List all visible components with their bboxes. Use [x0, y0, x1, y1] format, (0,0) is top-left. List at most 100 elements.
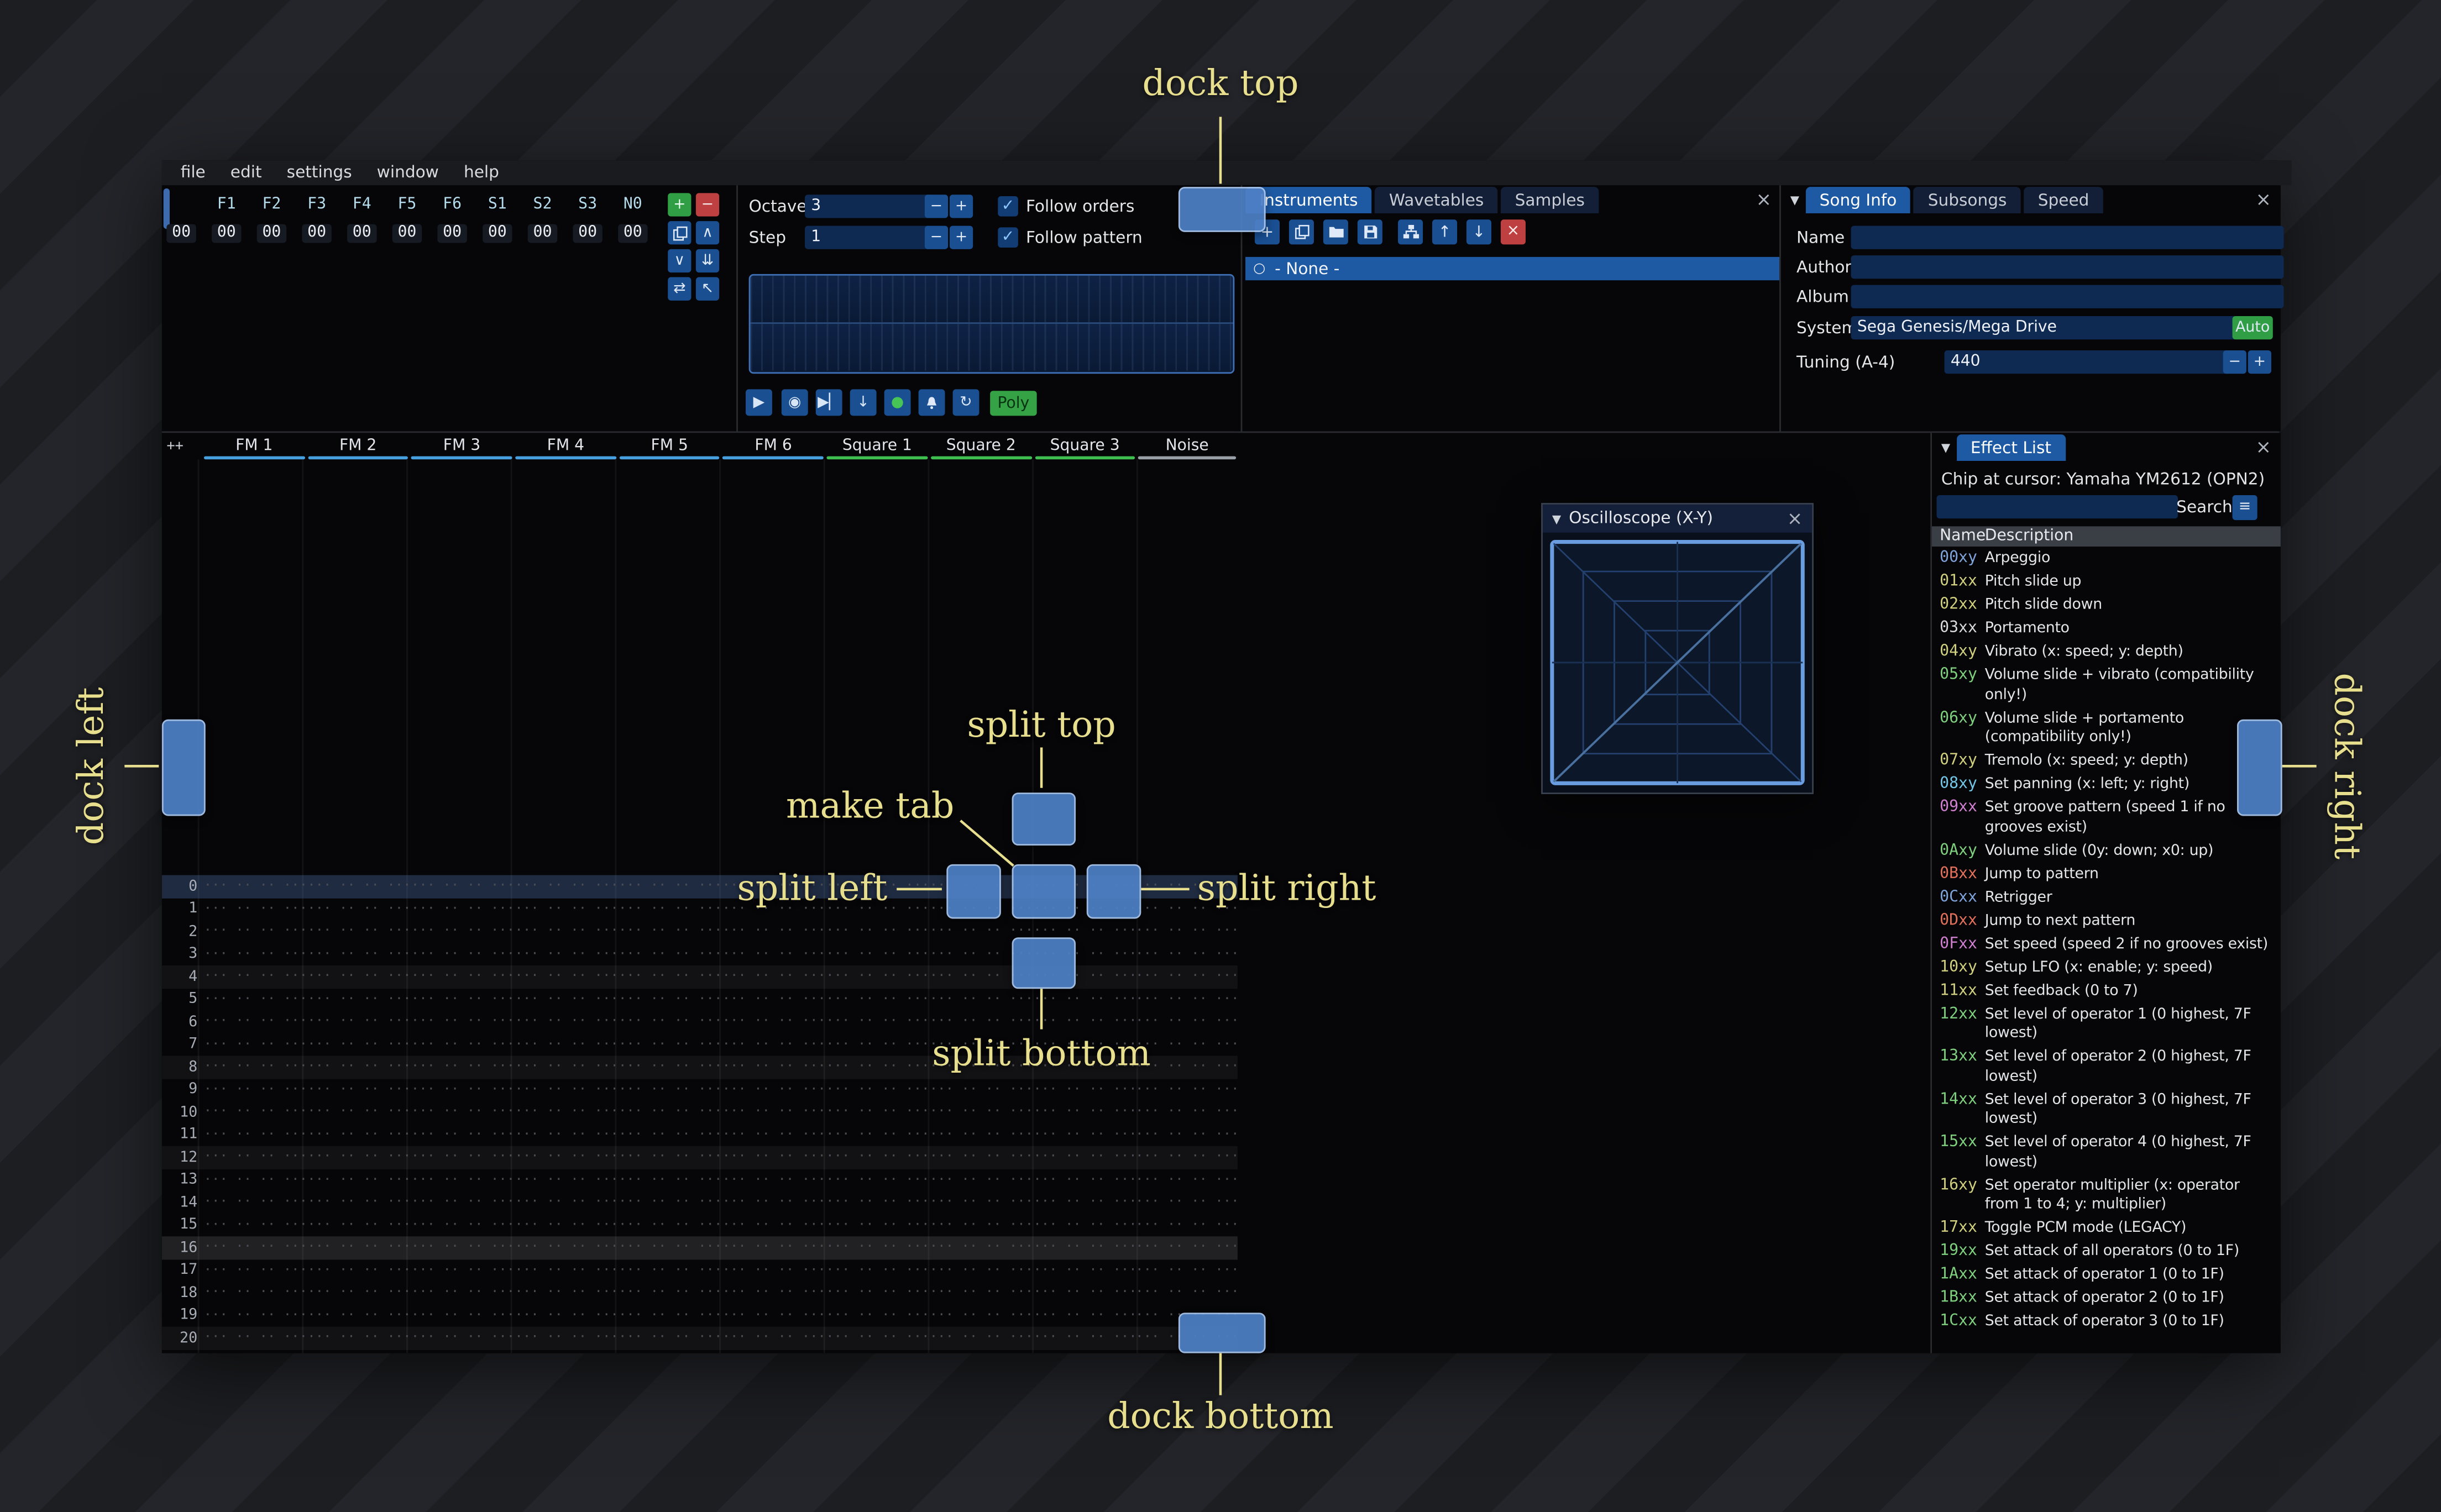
pattern-cell[interactable]: ··· ·· ·· ···	[722, 1259, 826, 1282]
pattern-cell[interactable]: ··· ·· ·· ···	[722, 1033, 826, 1056]
pattern-cell[interactable]: ··· ·· ·· ···	[204, 1327, 308, 1350]
order-change-all-button[interactable]: ⇄	[668, 277, 692, 301]
pattern-cell[interactable]: ··· ·· ·· ···	[307, 1101, 411, 1124]
effect-row[interactable]: 19xx Set attack of all operators (0 to 1F…	[1932, 1241, 2281, 1264]
split-target-top[interactable]	[1012, 792, 1076, 846]
order-cell[interactable]: 00	[520, 221, 565, 244]
order-remove-button[interactable]: −	[695, 193, 720, 217]
pattern-cell[interactable]: ··· ·· ·· ···	[1137, 1259, 1238, 1282]
pattern-cell[interactable]: ··· ·· ·· ···	[307, 1146, 411, 1169]
pattern-row[interactable]: 12 ··· ·· ·· ··· ··· ·· ·· ··· ··· ·· ·· ··…	[161, 1146, 1238, 1169]
pattern-cell[interactable]: ··· ·· ·· ···	[204, 965, 308, 988]
repeat-pattern-button[interactable]: ↻	[952, 389, 979, 416]
pattern-cell[interactable]: ··· ·· ·· ···	[930, 1214, 1034, 1236]
order-clone-end-button[interactable]: ⇊	[695, 249, 720, 273]
pattern-cell[interactable]: ··· ·· ·· ···	[204, 1214, 308, 1236]
pattern-cell[interactable]: ··· ·· ·· ···	[930, 1011, 1034, 1033]
pattern-cell[interactable]: ··· ·· ·· ···	[1137, 965, 1238, 988]
pattern-cell[interactable]: ··· ·· ·· ···	[826, 965, 930, 988]
pattern-cell[interactable]: ··· ·· ·· ···	[411, 1350, 515, 1353]
pattern-cell[interactable]: ··· ·· ·· ···	[411, 1191, 515, 1214]
pattern-cell[interactable]: ··· ·· ·· ···	[722, 1236, 826, 1259]
pattern-cell[interactable]: ··· ·· ·· ···	[307, 1124, 411, 1146]
pattern-row[interactable]: 15 ··· ·· ·· ··· ··· ·· ·· ··· ··· ·· ·· ··…	[162, 1214, 1238, 1236]
pattern-cell[interactable]: ··· ·· ·· ···	[1137, 988, 1238, 1011]
pattern-cell[interactable]: ··· ·· ·· ···	[1137, 1011, 1238, 1033]
pattern-cell[interactable]: ··· ·· ·· ···	[1033, 988, 1137, 1011]
pattern-row[interactable]: 17 ··· ·· ·· ··· ··· ·· ·· ··· ··· ·· ·· ··…	[162, 1259, 1238, 1282]
pattern-cell[interactable]: ··· ·· ·· ···	[826, 1146, 930, 1169]
instrument-duplicate-button[interactable]	[1288, 219, 1314, 245]
pattern-cell[interactable]: ··· ·· ·· ···	[930, 1124, 1034, 1146]
pattern-cell[interactable]: ··· ·· ·· ···	[515, 875, 619, 898]
pattern-cell[interactable]: ··· ·· ·· ···	[307, 1282, 411, 1304]
pattern-cell[interactable]: ··· ·· ·· ···	[930, 1282, 1034, 1304]
pattern-cell[interactable]: ··· ·· ·· ···	[1033, 1146, 1137, 1169]
pattern-cell[interactable]: ··· ·· ·· ···	[204, 1169, 308, 1191]
song-album-input[interactable]	[1851, 285, 2284, 308]
effect-row[interactable]: 03xx Portamento	[1932, 618, 2281, 642]
pattern-cell[interactable]: ··· ·· ·· ···	[722, 1350, 826, 1353]
menu-item-edit[interactable]: edit	[218, 162, 274, 183]
pattern-cell[interactable]: ··· ·· ·· ···	[619, 988, 722, 1011]
pattern-cell[interactable]: ··· ·· ·· ···	[204, 1146, 308, 1169]
pattern-cell[interactable]: ··· ·· ·· ···	[722, 943, 826, 965]
pattern-cell[interactable]: ··· ·· ·· ···	[411, 988, 515, 1011]
pattern-cell[interactable]: ··· ·· ·· ···	[307, 1078, 411, 1101]
pattern-cell[interactable]: ··· ·· ·· ···	[307, 1327, 411, 1350]
pattern-cell[interactable]: ··· ·· ·· ···	[515, 1236, 619, 1259]
pattern-cell[interactable]: ··· ·· ·· ···	[515, 1304, 619, 1327]
pattern-cell[interactable]: ··· ·· ·· ···	[1137, 920, 1238, 943]
effect-row[interactable]: 00xy Arpeggio	[1932, 548, 2281, 571]
pattern-cell[interactable]: ··· ·· ·· ···	[515, 1191, 619, 1214]
pattern-cell[interactable]: ··· ·· ·· ···	[619, 1078, 722, 1101]
order-move-down-button[interactable]: ∨	[668, 249, 692, 273]
effect-row[interactable]: 05xy Volume slide + vibrato (compatibilit…	[1932, 665, 2281, 707]
effect-search-input[interactable]	[1936, 495, 2178, 519]
channel-header[interactable]: Square 3	[1033, 433, 1137, 460]
effect-row[interactable]: 15xx Set level of operator 4 (0 highest, …	[1932, 1132, 2281, 1174]
system-select[interactable]: Sega Genesis/Mega Drive	[1851, 316, 2238, 340]
pattern-cell[interactable]: ··· ·· ·· ···	[411, 1169, 515, 1191]
effect-row[interactable]: 12xx Set level of operator 1 (0 highest, …	[1932, 1004, 2281, 1046]
instrument-move-up-button[interactable]: ↑	[1432, 219, 1458, 245]
order-cell[interactable]: 00	[610, 221, 656, 244]
play-button[interactable]: ▶	[746, 389, 772, 416]
pattern-cell[interactable]: ··· ·· ·· ···	[1033, 1350, 1137, 1353]
poly-toggle-button[interactable]: Poly	[990, 391, 1037, 416]
pattern-row[interactable]: 6 ··· ·· ·· ··· ··· ·· ·· ··· ··· ·· ·· ···…	[162, 1011, 1238, 1033]
tab-samples[interactable]: Samples	[1501, 187, 1599, 214]
pattern-row[interactable]: 16 ··· ·· ·· ··· ··· ·· ·· ··· ··· ·· ·· ··…	[161, 1236, 1238, 1259]
pattern-cell[interactable]: ··· ·· ·· ···	[930, 1078, 1034, 1101]
effect-row[interactable]: 11xx Set feedback (0 to 7)	[1932, 980, 2281, 1004]
pattern-cell[interactable]: ··· ·· ·· ···	[204, 1078, 308, 1101]
pattern-cell[interactable]: ··· ·· ·· ···	[411, 1259, 515, 1282]
pattern-cell[interactable]: ··· ·· ·· ···	[930, 1236, 1034, 1259]
pattern-cell[interactable]: ··· ·· ·· ···	[411, 1011, 515, 1033]
pattern-cell[interactable]: ··· ·· ·· ···	[826, 988, 930, 1011]
pattern-row[interactable]: 13 ··· ·· ·· ··· ··· ·· ·· ··· ··· ·· ·· ··…	[162, 1169, 1238, 1191]
pattern-cell[interactable]: ··· ·· ·· ···	[1137, 1191, 1238, 1214]
dock-target-left[interactable]	[161, 719, 206, 816]
pattern-cell[interactable]: ··· ·· ·· ···	[930, 1350, 1034, 1353]
pattern-cell[interactable]: ··· ·· ·· ···	[307, 1169, 411, 1191]
order-duplicate-button[interactable]	[668, 221, 692, 245]
pattern-cell[interactable]: ··· ·· ·· ···	[619, 1169, 722, 1191]
pattern-cell[interactable]: ··· ·· ·· ···	[1033, 1191, 1137, 1214]
close-icon[interactable]: ×	[2256, 190, 2271, 209]
pattern-cell[interactable]: ··· ·· ·· ···	[722, 965, 826, 988]
piano-lower-row[interactable]	[750, 324, 1233, 371]
pattern-cell[interactable]: ··· ·· ·· ···	[204, 1056, 308, 1078]
play-once-button[interactable]: ▶▏	[815, 389, 842, 416]
pattern-cell[interactable]: ··· ·· ·· ···	[826, 1011, 930, 1033]
pattern-cell[interactable]: ··· ·· ·· ···	[411, 965, 515, 988]
dock-target-top[interactable]	[1178, 187, 1266, 232]
effect-row[interactable]: 14xx Set level of operator 3 (0 highest, …	[1932, 1089, 2281, 1132]
oscilloscope-window[interactable]: ▼ Oscilloscope (X-Y) ×	[1541, 503, 1814, 795]
pattern-cell[interactable]: ··· ·· ·· ···	[307, 1304, 411, 1327]
pattern-cell[interactable]: ··· ·· ·· ···	[619, 1282, 722, 1304]
pattern-cell[interactable]: ··· ·· ·· ···	[619, 875, 722, 898]
instrument-list-item-none[interactable]: ○ - None -	[1245, 256, 1790, 281]
menu-item-file[interactable]: file	[168, 162, 218, 183]
split-target-left[interactable]	[946, 864, 1001, 919]
